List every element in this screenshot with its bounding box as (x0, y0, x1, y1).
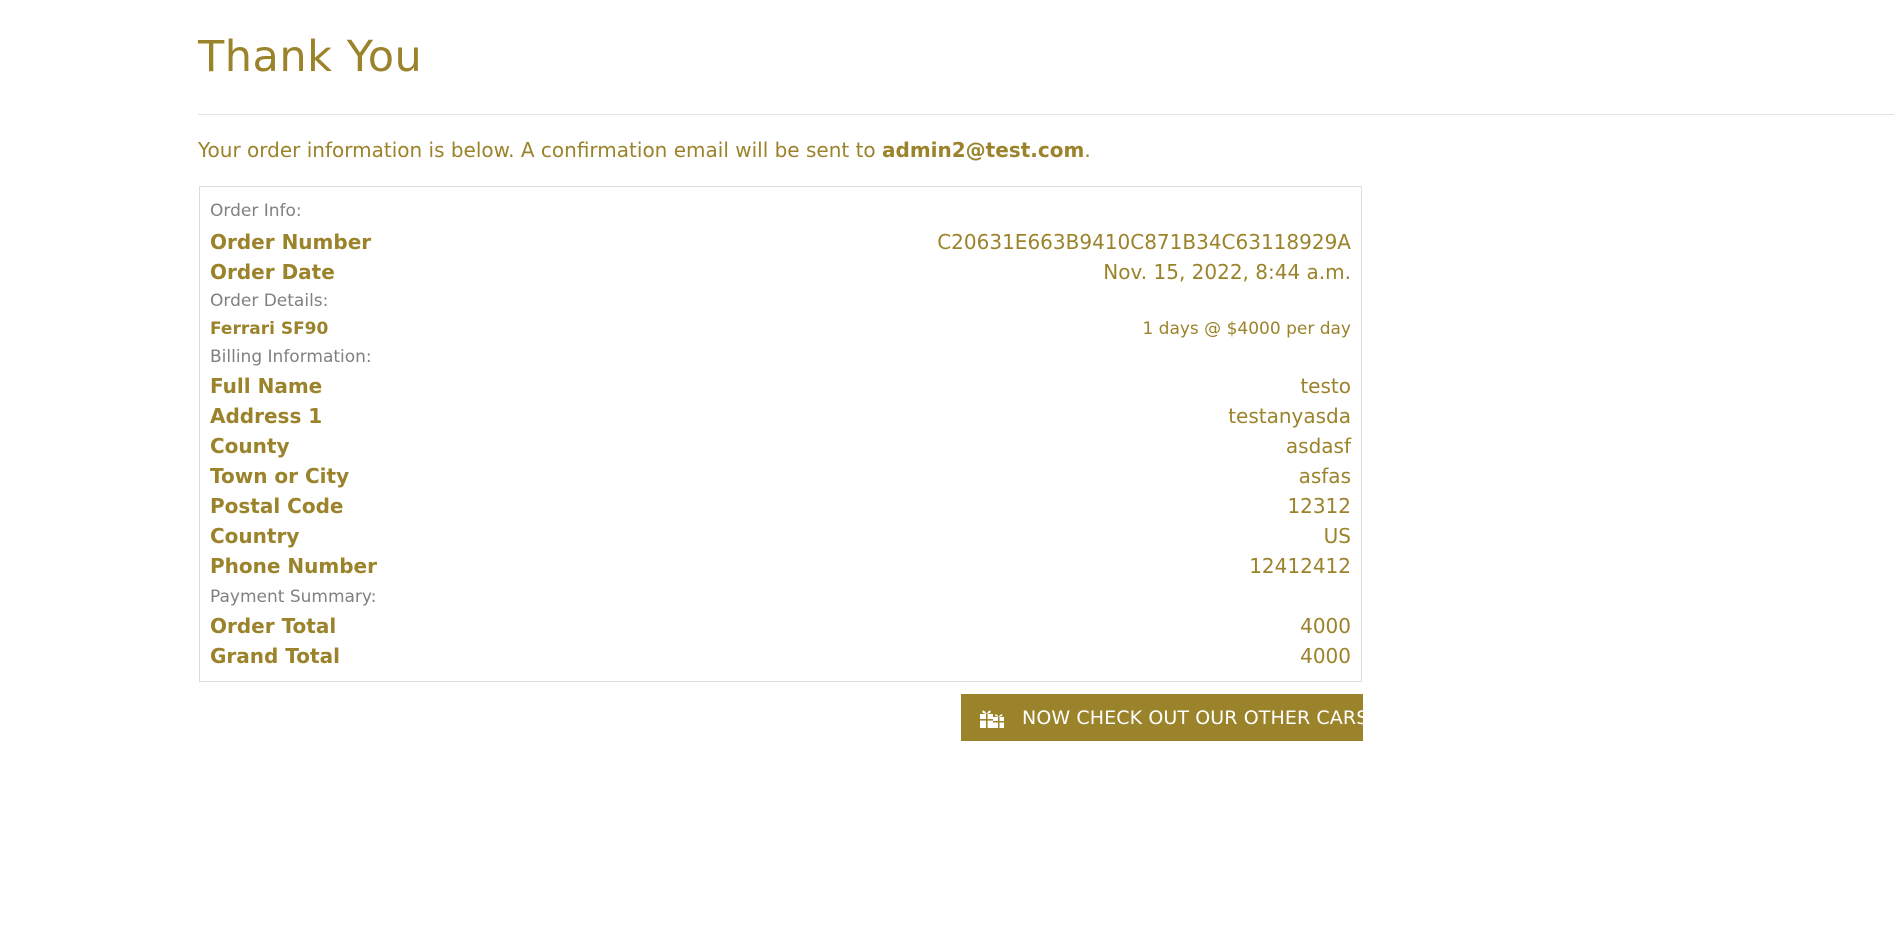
country-row: Country US (210, 524, 1351, 548)
order-number-row: Order Number C20631E663B9410C871B34C6311… (210, 230, 1351, 254)
order-number-label: Order Number (210, 230, 372, 254)
order-date-label: Order Date (210, 260, 335, 284)
order-details-section: Order Details: (210, 291, 1351, 311)
page-title: Thank You (198, 32, 423, 82)
section-label-payment: Payment Summary: (210, 587, 377, 607)
phone-label: Phone Number (210, 554, 377, 578)
item-rental-detail: 1 days @ $4000 per day (1142, 319, 1351, 339)
section-label-order-details: Order Details: (210, 291, 329, 311)
section-label-billing: Billing Information: (210, 347, 372, 367)
postal-code-value: 12312 (1287, 494, 1351, 518)
county-row: County asdasf (210, 434, 1351, 458)
full-name-row: Full Name testo (210, 374, 1351, 398)
confirmation-email: admin2@test.com (882, 138, 1085, 162)
country-value: US (1323, 524, 1351, 548)
gift-boxes-icon (978, 706, 1006, 730)
order-total-value: 4000 (1300, 614, 1351, 638)
address1-label: Address 1 (210, 404, 323, 428)
county-label: County (210, 434, 290, 458)
postal-code-row: Postal Code 12312 (210, 494, 1351, 518)
phone-row: Phone Number 12412412 (210, 554, 1351, 578)
address1-row: Address 1 testanyasda (210, 404, 1351, 428)
full-name-label: Full Name (210, 374, 323, 398)
check-out-other-cars-button[interactable]: NOW CHECK OUT OUR OTHER CARS! (961, 694, 1376, 741)
grand-total-label: Grand Total (210, 644, 340, 668)
intro-text: Your order information is below. A confi… (198, 138, 883, 162)
order-date-value: Nov. 15, 2022, 8:44 a.m. (1103, 260, 1351, 284)
order-summary-box: Order Info: Order Number C20631E663B9410… (199, 186, 1362, 682)
county-value: asdasf (1285, 434, 1351, 458)
title-divider (198, 114, 1894, 115)
town-value: asfas (1298, 464, 1351, 488)
section-label-order-info: Order Info: (210, 201, 302, 221)
full-name-value: testo (1300, 374, 1351, 398)
order-total-row: Order Total 4000 (210, 614, 1351, 638)
intro-end: . (1084, 138, 1091, 162)
grand-total-value: 4000 (1300, 644, 1351, 668)
order-info-section: Order Info: (210, 201, 1351, 221)
grand-total-row: Grand Total 4000 (210, 644, 1351, 668)
order-date-row: Order Date Nov. 15, 2022, 8:44 a.m. (210, 260, 1351, 284)
phone-value: 12412412 (1249, 554, 1351, 578)
payment-section: Payment Summary: (210, 587, 1351, 607)
address1-value: testanyasda (1228, 404, 1351, 428)
country-label: Country (210, 524, 300, 548)
billing-section: Billing Information: (210, 347, 1351, 367)
town-row: Town or City asfas (210, 464, 1351, 488)
cta-label: NOW CHECK OUT OUR OTHER CARS! (1022, 706, 1377, 729)
confirmation-message: Your order information is below. A confi… (198, 138, 1091, 162)
postal-code-label: Postal Code (210, 494, 344, 518)
order-item-row: Ferrari SF90 1 days @ $4000 per day (210, 319, 1351, 339)
order-total-label: Order Total (210, 614, 337, 638)
item-name: Ferrari SF90 (210, 319, 329, 339)
order-number-value: C20631E663B9410C871B34C63118929A (937, 230, 1351, 254)
town-label: Town or City (210, 464, 350, 488)
